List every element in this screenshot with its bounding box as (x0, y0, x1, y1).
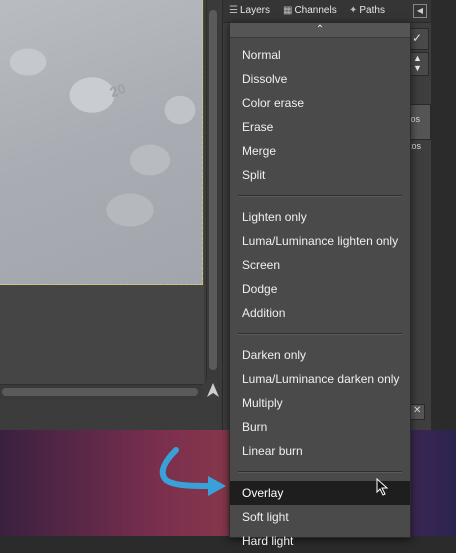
paths-icon: ✦ (349, 5, 358, 16)
menu-separator (238, 333, 402, 335)
tab-layers-label: Layers (239, 5, 270, 16)
menu-item-split[interactable]: Split (230, 163, 410, 187)
menu-item-soft-light[interactable]: Soft light (230, 505, 410, 529)
navigate-icon[interactable] (204, 382, 222, 400)
horizontal-scrollbar-thumb[interactable] (2, 388, 198, 396)
spinner-arrows-icon: ▲ ▼ (413, 53, 422, 73)
menu-item-multiply[interactable]: Multiply (230, 391, 410, 415)
menu-separator (238, 195, 402, 197)
menu-item-dissolve[interactable]: Dissolve (230, 67, 410, 91)
menu-item-dodge[interactable]: Dodge (230, 277, 410, 301)
menu-item-addition[interactable]: Addition (230, 301, 410, 325)
menu-separator (238, 471, 402, 473)
dock-tabbar: ☰ Layers ▦ Channels ✦ Paths ◀ (223, 0, 431, 23)
menu-item-hard-light[interactable]: Hard light (230, 529, 410, 553)
menu-item-burn[interactable]: Burn (230, 415, 410, 439)
dock-menu-button[interactable]: ◀ (413, 4, 427, 18)
tab-layers[interactable]: ☰ Layers (229, 3, 270, 19)
check-icon: ✓ (412, 31, 423, 45)
vertical-scrollbar[interactable] (206, 0, 219, 380)
menu-scroll-up-arrow[interactable]: ⌃ (230, 23, 410, 38)
layers-icon: ☰ (229, 5, 238, 16)
tab-paths[interactable]: ✦ Paths (349, 3, 385, 19)
mouse-cursor-icon (376, 478, 389, 496)
menu-item-screen[interactable]: Screen (230, 253, 410, 277)
menu-item-merge[interactable]: Merge (230, 139, 410, 163)
tab-channels[interactable]: ▦ Channels (283, 3, 337, 19)
menu-item-lighten-only[interactable]: Lighten only (230, 205, 410, 229)
menu-item-luma-luminance-lighten-only[interactable]: Luma/Luminance lighten only (230, 229, 410, 253)
annotation-arrow-icon (159, 447, 226, 496)
image-canvas[interactable]: 20 (0, 0, 203, 285)
delete-layer-button[interactable]: ✕ (409, 404, 425, 420)
vertical-scrollbar-thumb[interactable] (209, 10, 217, 370)
close-icon: ✕ (413, 405, 422, 416)
canvas-area[interactable]: 20 (0, 0, 204, 384)
horizontal-scrollbar[interactable] (0, 384, 202, 399)
menu-item-darken-only[interactable]: Darken only (230, 343, 410, 367)
menu-item-color-erase[interactable]: Color erase (230, 91, 410, 115)
menu-item-luma-luminance-darken-only[interactable]: Luma/Luminance darken only (230, 367, 410, 391)
tab-paths-label: Paths (359, 5, 385, 16)
coin-engraving: 20 (107, 79, 128, 101)
blend-mode-menu[interactable]: ⌃ Normal Dissolve Color erase Erase Merge Spl… (229, 22, 411, 548)
menu-item-erase[interactable]: Erase (230, 115, 410, 139)
menu-item-linear-burn[interactable]: Linear burn (230, 439, 410, 463)
tab-channels-label: Channels (294, 5, 337, 16)
channels-icon: ▦ (283, 5, 293, 16)
menu-item-normal[interactable]: Normal (230, 43, 410, 67)
